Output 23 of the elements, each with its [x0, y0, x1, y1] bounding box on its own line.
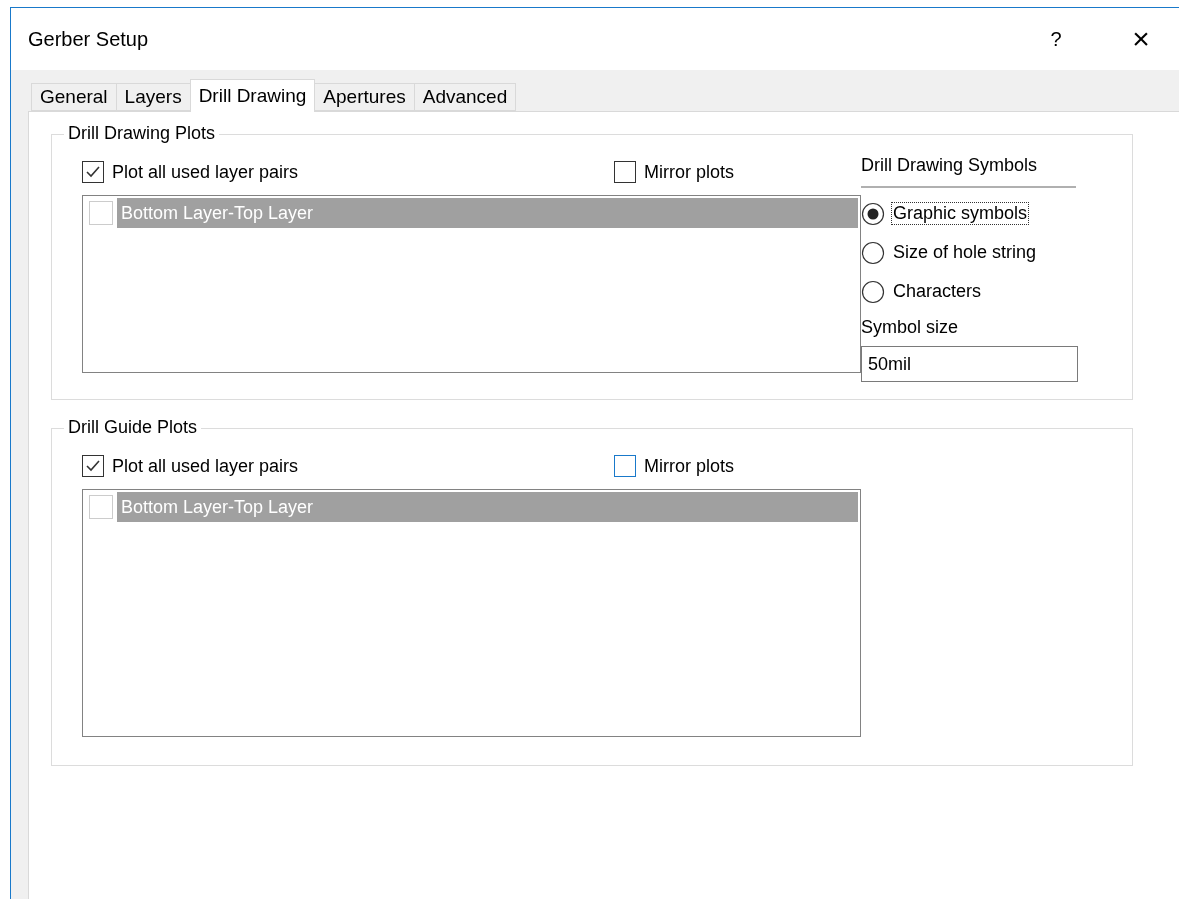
checkmark-icon [85, 164, 101, 180]
tab[interactable]: General [31, 83, 117, 111]
field-label: Symbol size [861, 317, 960, 338]
group-title: Drill Drawing Plots [64, 123, 220, 144]
checkmark-icon [85, 458, 101, 474]
item-checkbox[interactable] [89, 495, 113, 519]
section-title: Drill Drawing Symbols [861, 155, 1076, 188]
symbol-size-field[interactable]: 50mil [861, 346, 1078, 382]
window-title: Gerber Setup [28, 27, 150, 51]
checkbox[interactable]: Plot all used layer pairs [82, 455, 299, 477]
tab[interactable]: Drill Drawing [189, 79, 316, 112]
radio-option[interactable]: Graphic symbols [861, 194, 1079, 233]
checkbox[interactable]: Mirror plots [614, 161, 734, 183]
tab[interactable]: Advanced [413, 83, 517, 111]
item-checkbox[interactable] [89, 201, 113, 225]
help-button[interactable]: ? [1036, 27, 1076, 51]
close-button[interactable]: × [1121, 22, 1161, 56]
radio-option[interactable]: Characters [861, 272, 1079, 311]
tab[interactable]: Apertures [314, 83, 415, 111]
radio-option[interactable]: Size of hole string [861, 233, 1079, 272]
tab[interactable]: Layers [115, 83, 191, 111]
checkbox[interactable]: Mirror plots [614, 455, 734, 477]
checkbox[interactable]: Plot all used layer pairs [82, 161, 299, 183]
